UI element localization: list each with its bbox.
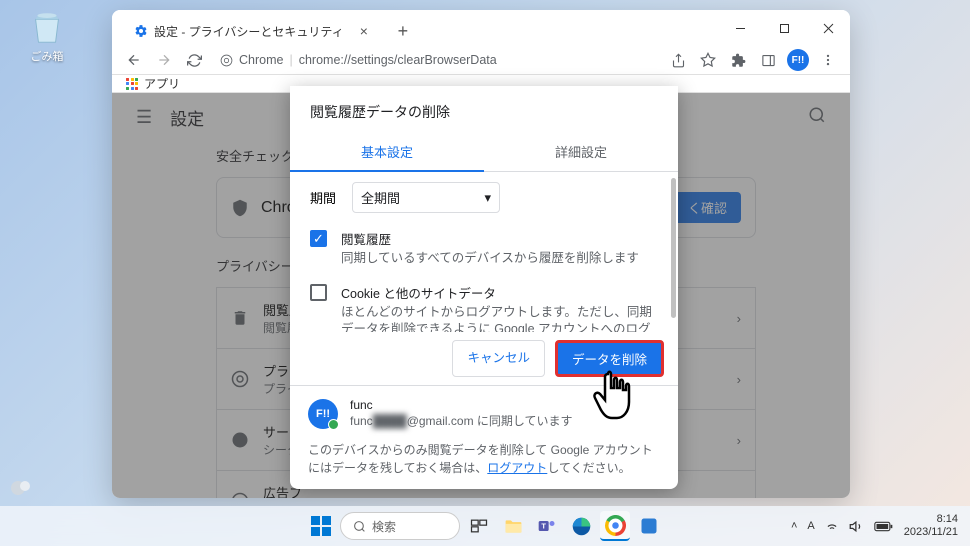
scrollbar[interactable] (671, 178, 676, 318)
tab-basic[interactable]: 基本設定 (290, 132, 484, 171)
dialog-title: 閲覧履歴データの削除 (290, 86, 678, 132)
volume-icon[interactable] (849, 519, 864, 534)
menu-icon[interactable] (814, 46, 842, 74)
period-value: 全期間 (361, 188, 400, 207)
clock[interactable]: 8:14 2023/11/21 (904, 513, 958, 539)
extensions-icon[interactable] (724, 46, 752, 74)
account-info: F!! func func████@gmail.com に同期しています (308, 398, 573, 429)
dialog-tabs: 基本設定 詳細設定 (290, 132, 678, 172)
app-icon[interactable] (634, 511, 664, 541)
task-view-icon[interactable] (464, 511, 494, 541)
tray-chevron-icon[interactable]: ˄ (791, 520, 797, 532)
side-panel-icon[interactable] (754, 46, 782, 74)
page-content: ☰ 設定 安全チェック Chrome く確認 プライバシーと 閲覧履閲覧履 › … (112, 93, 850, 498)
maximize-button[interactable] (762, 10, 806, 46)
cancel-button[interactable]: キャンセル (452, 340, 545, 377)
browser-tab[interactable]: 設定 - プライバシーとセキュリティ × (122, 16, 380, 46)
avatar: F!! (308, 399, 338, 429)
address-scheme: Chrome (239, 53, 283, 67)
start-button[interactable] (306, 511, 336, 541)
star-icon[interactable] (694, 46, 722, 74)
account-name: func (350, 398, 573, 412)
explorer-icon[interactable] (498, 511, 528, 541)
footer-note: このデバイスからのみ閲覧データを削除して Google アカウントにはデータを残… (308, 441, 660, 477)
tab-close-icon[interactable]: × (360, 23, 368, 39)
back-button[interactable] (120, 46, 148, 74)
recycle-bin-label: ごみ箱 (31, 51, 64, 63)
share-icon[interactable] (664, 46, 692, 74)
recycle-bin-icon (28, 8, 66, 46)
reload-button[interactable] (180, 46, 208, 74)
forward-button[interactable] (150, 46, 178, 74)
ime-icon[interactable]: A (807, 520, 814, 532)
search-icon (353, 520, 366, 533)
period-select[interactable]: 全期間 ▾ (352, 182, 500, 213)
address-bar: Chrome | chrome://settings/clearBrowserD… (112, 46, 850, 75)
gear-icon (134, 24, 148, 38)
address-path: chrome://settings/clearBrowserData (299, 53, 497, 67)
weather-taskbar-icon[interactable] (6, 472, 36, 502)
logout-link[interactable]: ログアウト (487, 461, 547, 475)
address-field[interactable]: Chrome | chrome://settings/clearBrowserD… (210, 53, 662, 67)
chrome-icon (220, 54, 233, 67)
system-tray: ˄ A 8:14 2023/11/21 (791, 513, 958, 539)
minimize-button[interactable] (718, 10, 762, 46)
cursor-hand-icon (590, 366, 636, 424)
battery-icon[interactable] (874, 520, 894, 533)
chrome-window: 設定 - プライバシーとセキュリティ × + Chrome | chrome:/… (112, 10, 850, 498)
taskbar-search[interactable]: 検索 (340, 512, 460, 540)
checkbox-row-cookies[interactable]: Cookie と他のサイトデータほとんどのサイトからログアウトします。ただし、同… (310, 283, 660, 333)
recycle-bin-desktop-icon[interactable]: ごみ箱 (28, 8, 66, 64)
profile-avatar[interactable]: F!! (787, 49, 809, 71)
sync-status-icon (328, 419, 339, 430)
period-label: 期間 (310, 188, 336, 207)
close-button[interactable] (806, 10, 850, 46)
teams-icon[interactable]: T (532, 511, 562, 541)
checkbox-history[interactable]: ✓ (310, 230, 327, 247)
chevron-down-icon: ▾ (484, 190, 491, 206)
checkbox-cookies[interactable] (310, 284, 327, 301)
titlebar: 設定 - プライバシーとセキュリティ × + (112, 10, 850, 46)
wifi-icon[interactable] (825, 519, 839, 533)
checkbox-row-history[interactable]: ✓ 閲覧履歴同期しているすべてのデバイスから履歴を削除します (310, 229, 660, 268)
clear-data-dialog: 閲覧履歴データの削除 基本設定 詳細設定 期間 全期間 ▾ ✓ 閲覧履歴同期して… (290, 86, 678, 489)
edge-icon[interactable] (566, 511, 596, 541)
apps-icon[interactable] (126, 78, 138, 90)
svg-text:T: T (541, 522, 546, 531)
chrome-taskbar-icon[interactable] (600, 511, 630, 541)
taskbar: 検索 T ˄ A 8:14 2023/11/21 (0, 506, 970, 546)
new-tab-button[interactable]: + (390, 18, 416, 44)
apps-label[interactable]: アプリ (144, 75, 180, 92)
tab-advanced[interactable]: 詳細設定 (484, 132, 678, 171)
tab-title: 設定 - プライバシーとセキュリティ (154, 23, 344, 40)
